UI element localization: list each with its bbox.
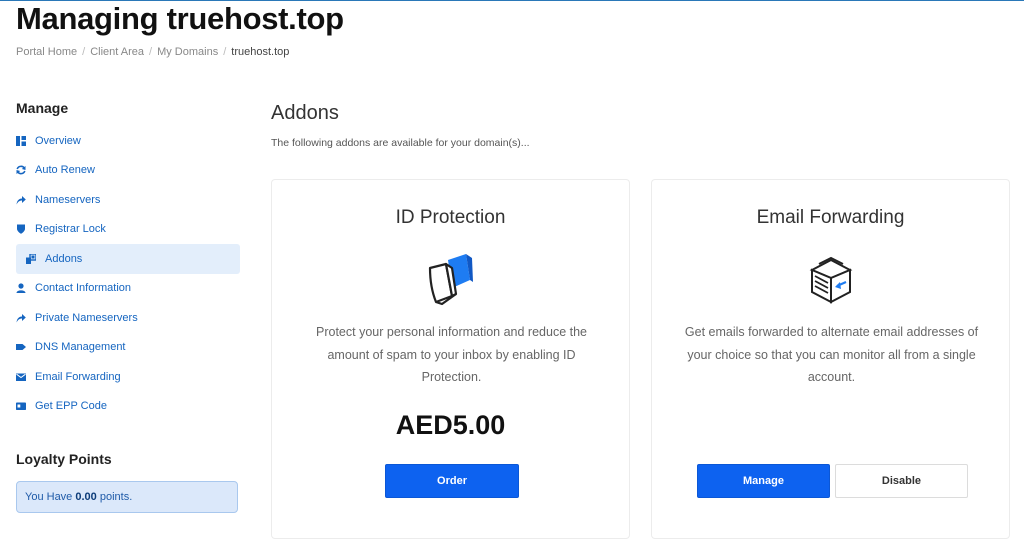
sidebar-item-registrar-lock[interactable]: Registrar Lock bbox=[16, 215, 240, 245]
user-icon bbox=[16, 283, 26, 294]
addon-card-email-forwarding: Email Forwarding Get emails forwarded to… bbox=[651, 179, 1010, 539]
sidebar-item-label: Get EPP Code bbox=[35, 400, 107, 413]
loyalty-points-box: You Have 0.00 points. bbox=[16, 481, 238, 513]
manage-button[interactable]: Manage bbox=[697, 464, 830, 498]
sidebar-item-label: Auto Renew bbox=[35, 164, 95, 177]
breadcrumb-current-domain: truehost.top bbox=[231, 46, 290, 58]
share-arrow-icon bbox=[16, 195, 26, 205]
id-card-icon bbox=[16, 401, 26, 411]
loyalty-points-heading: Loyalty Points bbox=[16, 451, 112, 467]
sidebar-item-label: Email Forwarding bbox=[35, 370, 121, 383]
addon-card-title: ID Protection bbox=[395, 207, 506, 228]
dashboard-icon bbox=[16, 135, 26, 146]
sidebar-item-label: DNS Management bbox=[35, 341, 126, 354]
addons-subtitle: The following addons are available for y… bbox=[271, 137, 530, 149]
sidebar-item-overview[interactable]: Overview bbox=[16, 126, 240, 156]
sidebar-item-label: Contact Information bbox=[35, 282, 131, 295]
breadcrumb-separator: / bbox=[149, 46, 153, 58]
points-suffix: points. bbox=[99, 491, 133, 503]
sidebar-item-nameservers[interactable]: Nameservers bbox=[16, 185, 240, 215]
sidebar-item-addons[interactable]: Addons bbox=[16, 244, 240, 274]
disable-button[interactable]: Disable bbox=[835, 464, 968, 498]
sidebar-heading-manage: Manage bbox=[16, 100, 69, 116]
share-arrow-icon bbox=[16, 313, 26, 323]
addon-card-description: Get emails forwarded to alternate email … bbox=[684, 325, 979, 384]
breadcrumb-separator: / bbox=[82, 46, 86, 58]
sidebar-item-label: Private Nameservers bbox=[35, 311, 138, 324]
sidebar-item-contact-information[interactable]: Contact Information bbox=[16, 274, 240, 304]
breadcrumb-my-domains[interactable]: My Domains bbox=[157, 46, 218, 58]
addon-card-description: Protect your personal information and re… bbox=[316, 325, 587, 384]
breadcrumb: Portal Home / Client Area / My Domains /… bbox=[16, 46, 289, 58]
sidebar-item-auto-renew[interactable]: Auto Renew bbox=[16, 156, 240, 186]
sync-icon bbox=[16, 165, 26, 175]
order-button[interactable]: Order bbox=[385, 464, 519, 498]
sidebar-item-label: Nameservers bbox=[35, 193, 101, 206]
sidebar: Manage Overview Auto Renew Nameservers R… bbox=[16, 100, 240, 513]
sidebar-item-email-forwarding[interactable]: Email Forwarding bbox=[16, 362, 240, 392]
page-title: Managing truehost.top bbox=[16, 1, 344, 36]
sidebar-item-label: Addons bbox=[45, 252, 83, 265]
addon-card-title: Email Forwarding bbox=[756, 207, 905, 228]
tag-icon bbox=[16, 342, 26, 352]
breadcrumb-portal-home[interactable]: Portal Home bbox=[16, 46, 77, 58]
shield-icon bbox=[16, 224, 26, 235]
points-value: 0.00 bbox=[75, 491, 97, 503]
envelope-icon bbox=[16, 372, 26, 382]
points-prefix: You Have bbox=[25, 491, 73, 503]
manage-menu: Overview Auto Renew Nameservers Registra… bbox=[16, 126, 240, 421]
main-content: Addons The following addons are availabl… bbox=[271, 100, 1011, 539]
addon-card-id-protection: ID Protection Protect your personal info… bbox=[271, 179, 630, 539]
sidebar-item-label: Registrar Lock bbox=[35, 223, 106, 236]
sidebar-item-label: Overview bbox=[35, 134, 81, 147]
sidebar-item-get-epp-code[interactable]: Get EPP Code bbox=[16, 392, 240, 422]
breadcrumb-client-area[interactable]: Client Area bbox=[90, 46, 144, 58]
addon-price: AED5.00 bbox=[395, 410, 506, 440]
email-forwarding-box-icon bbox=[806, 252, 856, 306]
sidebar-item-private-nameservers[interactable]: Private Nameservers bbox=[16, 303, 240, 333]
id-protection-shield-icon bbox=[426, 252, 476, 306]
sidebar-item-dns-management[interactable]: DNS Management bbox=[16, 333, 240, 363]
breadcrumb-separator: / bbox=[223, 46, 227, 58]
cubes-icon bbox=[26, 253, 36, 264]
addons-title: Addons bbox=[271, 102, 339, 124]
